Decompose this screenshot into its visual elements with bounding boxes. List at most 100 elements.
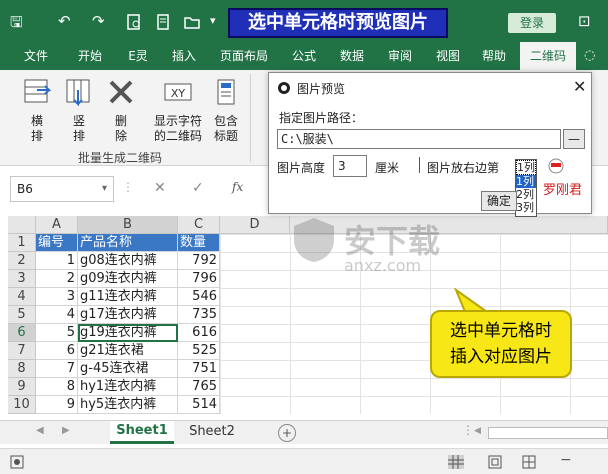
redo-icon[interactable]: ↷ — [92, 12, 105, 30]
add-sheet-button[interactable]: + — [278, 424, 296, 442]
fx-icon[interactable]: fx — [232, 180, 243, 194]
restore-icon[interactable]: ⊡ — [578, 12, 591, 30]
table-cell[interactable]: 751 — [178, 360, 220, 378]
row-header[interactable]: 8 — [8, 360, 36, 378]
cancel-icon[interactable]: ✕ — [154, 180, 166, 196]
tab-home[interactable]: 开始 — [68, 42, 112, 70]
table-cell[interactable]: 4 — [36, 306, 78, 324]
close-icon[interactable]: ✕ — [573, 77, 586, 96]
tab-review[interactable]: 审阅 — [380, 42, 420, 70]
delete-button[interactable]: 删 除 — [104, 78, 138, 144]
table-header-cell[interactable]: 产品名称 — [78, 234, 178, 252]
prev-sheet-icon[interactable]: ◀ — [36, 425, 44, 436]
selected-cell[interactable]: g19连衣内裤 — [78, 324, 178, 342]
tab-eling[interactable]: E灵 — [118, 42, 158, 70]
row-header[interactable]: 2 — [8, 252, 36, 270]
table-header-cell[interactable]: 编号 — [36, 234, 78, 252]
name-box[interactable]: B6 ▾ — [10, 176, 114, 202]
row-header[interactable]: 5 — [8, 306, 36, 324]
column-header-d[interactable]: D — [220, 216, 290, 234]
select-option[interactable]: 2列 — [516, 188, 536, 201]
page-break-view-icon[interactable] — [522, 455, 536, 469]
include-title-button[interactable]: 包含 标题 — [208, 78, 244, 144]
table-cell[interactable]: 735 — [178, 306, 220, 324]
tab-data[interactable]: 数据 — [332, 42, 372, 70]
row-header[interactable]: 10 — [8, 396, 36, 414]
horizontal-scrollbar[interactable] — [488, 427, 608, 439]
row-header[interactable]: 4 — [8, 288, 36, 306]
tab-split-icon[interactable]: ⋮ — [462, 423, 474, 437]
preview-thumb-icon — [548, 158, 564, 174]
table-cell[interactable]: 7 — [36, 360, 78, 378]
confirm-icon[interactable]: ✓ — [192, 180, 204, 196]
table-cell[interactable]: 765 — [178, 378, 220, 396]
zoom-out-icon[interactable]: − — [560, 452, 572, 468]
normal-view-icon[interactable] — [448, 455, 464, 469]
column-select[interactable]: 1列 1列 2列 3列 — [515, 159, 537, 217]
table-cell[interactable]: g11连衣内裤 — [78, 288, 178, 306]
table-cell[interactable]: g09连衣内裤 — [78, 270, 178, 288]
path-input[interactable]: C:\服装\ — [277, 129, 561, 149]
next-sheet-icon[interactable]: ▶ — [62, 425, 70, 436]
row-header[interactable]: 6 — [8, 324, 36, 342]
table-cell[interactable]: g-45连衣裙 — [78, 360, 178, 378]
sheet-tab-sheet2[interactable]: Sheet2 — [182, 421, 242, 444]
macro-record-icon[interactable] — [10, 455, 24, 469]
page-layout-view-icon[interactable] — [488, 455, 502, 469]
table-cell[interactable]: 6 — [36, 342, 78, 360]
vertical-layout-button[interactable]: 竖 排 — [62, 78, 96, 144]
horizontal-layout-button[interactable]: 横 排 — [20, 78, 54, 144]
column-header-a[interactable]: A — [36, 216, 78, 234]
open-folder-icon[interactable] — [184, 15, 200, 29]
login-button[interactable]: 登录 — [508, 13, 556, 33]
show-char-qrcode-button[interactable]: XY 显示字符 的二维码 — [148, 78, 208, 144]
column-header-b[interactable]: B — [78, 216, 178, 234]
select-option[interactable]: 1列 — [516, 175, 536, 188]
select-option[interactable]: 3列 — [516, 201, 536, 214]
table-cell[interactable]: 616 — [178, 324, 220, 342]
table-cell[interactable]: g08连衣内裤 — [78, 252, 178, 270]
tab-formulas[interactable]: 公式 — [282, 42, 326, 70]
table-cell[interactable]: g21连衣裙 — [78, 342, 178, 360]
table-cell[interactable]: 796 — [178, 270, 220, 288]
table-cell[interactable]: hy5连衣内裤 — [78, 396, 178, 414]
row-header[interactable]: 9 — [8, 378, 36, 396]
row-header[interactable]: 1 — [8, 234, 36, 252]
undo-icon[interactable]: ↶ — [58, 12, 71, 30]
table-cell[interactable]: 3 — [36, 288, 78, 306]
table-cell[interactable]: g17连衣内裤 — [78, 306, 178, 324]
table-cell[interactable]: 1 — [36, 252, 78, 270]
column-header-c[interactable]: C — [178, 216, 220, 234]
select-all-corner[interactable] — [8, 216, 36, 234]
sheet-tab-sheet1[interactable]: Sheet1 — [110, 421, 174, 444]
confirm-button[interactable]: 确定 — [481, 191, 517, 211]
height-input[interactable]: 3 — [333, 155, 367, 177]
table-cell[interactable]: 525 — [178, 342, 220, 360]
table-header-cell[interactable]: 数量 — [178, 234, 220, 252]
row-header[interactable]: 3 — [8, 270, 36, 288]
table-cell[interactable]: 8 — [36, 378, 78, 396]
select-selected[interactable]: 1列 — [516, 160, 536, 175]
doc-icon[interactable] — [155, 14, 171, 30]
tab-page-layout[interactable]: 页面布局 — [214, 42, 274, 70]
preview-icon[interactable] — [126, 14, 142, 30]
lightbulb-icon[interactable]: ◌ — [584, 48, 595, 63]
table-cell[interactable]: 9 — [36, 396, 78, 414]
horizontal-layout-icon — [24, 79, 52, 103]
row-header[interactable]: 7 — [8, 342, 36, 360]
tab-insert[interactable]: 插入 — [162, 42, 206, 70]
table-cell[interactable]: 2 — [36, 270, 78, 288]
tab-help[interactable]: 帮助 — [474, 42, 514, 70]
scroll-left-icon[interactable]: ◀ — [474, 426, 481, 436]
tab-view[interactable]: 视图 — [428, 42, 468, 70]
tab-file[interactable]: 文件 — [14, 42, 58, 70]
table-cell[interactable]: 5 — [36, 324, 78, 342]
save-icon[interactable]: 🖫 — [10, 12, 23, 37]
browse-button[interactable]: — — [563, 129, 585, 149]
table-cell[interactable]: hy1连衣内裤 — [78, 378, 178, 396]
table-cell[interactable]: 546 — [178, 288, 220, 306]
table-cell[interactable]: 792 — [178, 252, 220, 270]
qa-more-icon[interactable]: ▾ — [210, 14, 216, 27]
table-cell[interactable]: 514 — [178, 396, 220, 414]
tab-qrcode[interactable]: 二维码 — [520, 42, 576, 70]
